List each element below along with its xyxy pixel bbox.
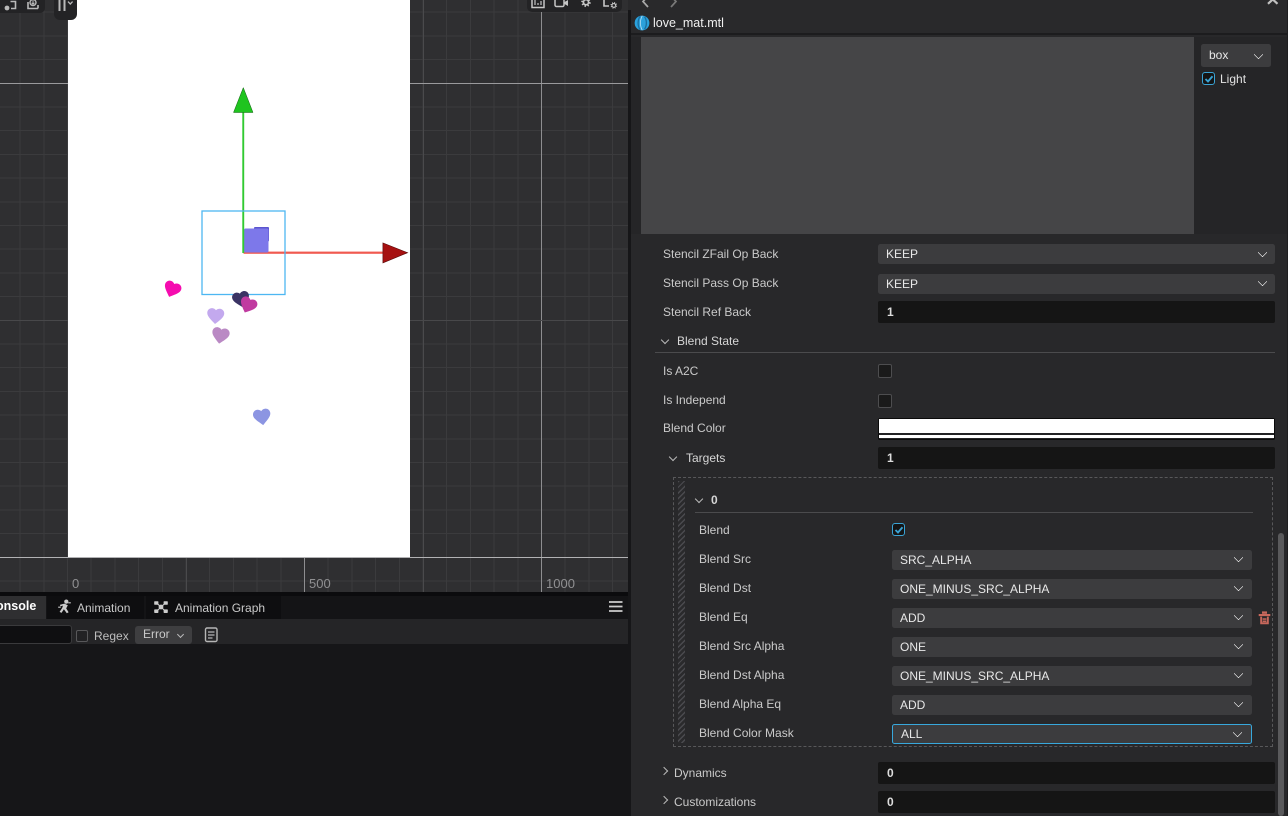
svg-text:Animation: Animation — [77, 601, 130, 615]
svg-text:Animation Graph: Animation Graph — [175, 601, 265, 615]
